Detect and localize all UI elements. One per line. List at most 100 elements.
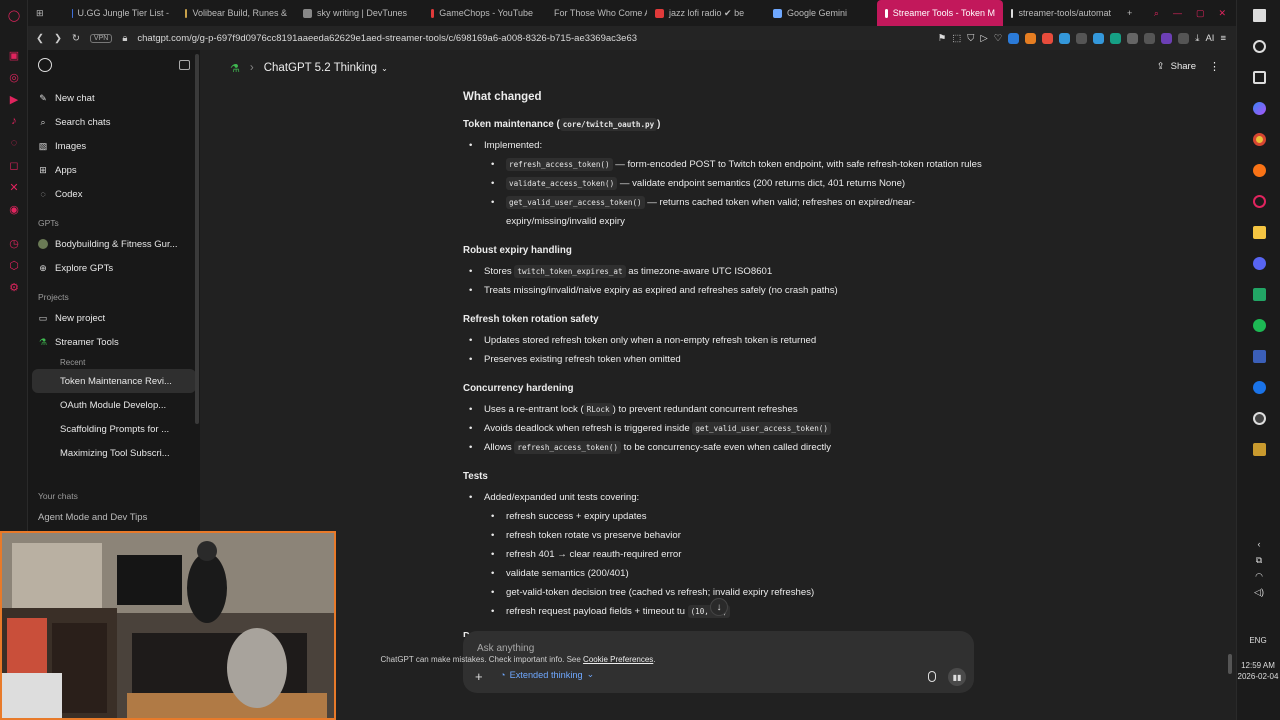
volume-icon[interactable]: ◁): [1237, 584, 1280, 600]
sidebar-scrollbar[interactable]: [195, 54, 199, 424]
task-view-icon[interactable]: [1237, 62, 1280, 93]
menu-icon[interactable]: ≡: [1220, 33, 1226, 44]
reload-icon[interactable]: ↻: [72, 33, 80, 44]
x-icon[interactable]: ✕: [0, 176, 28, 198]
snapshot-icon[interactable]: ⬚: [952, 33, 961, 44]
minimize-icon[interactable]: —: [1173, 8, 1182, 19]
tab-4[interactable]: For Those Who Come A: [541, 0, 647, 26]
plus-icon[interactable]: +: [475, 669, 483, 684]
chevron-left-icon[interactable]: ‹: [1237, 536, 1280, 552]
recent-chat-item[interactable]: Token Maintenance Revi...: [32, 369, 196, 393]
extension-icon[interactable]: [1008, 32, 1020, 44]
settings-icon[interactable]: ⚙: [0, 276, 28, 298]
chevron-down-icon[interactable]: ⌄: [381, 64, 388, 73]
maps-icon[interactable]: [1237, 372, 1280, 403]
chrome-icon[interactable]: [1237, 124, 1280, 155]
youtube-icon[interactable]: ▶: [0, 88, 28, 110]
firefox-icon[interactable]: [1237, 155, 1280, 186]
codex-button[interactable]: ◌ Codex: [32, 182, 196, 206]
whatsapp-icon[interactable]: ◎: [0, 66, 28, 88]
share-button[interactable]: ⇪ Share: [1157, 61, 1196, 72]
extension-icon[interactable]: [1127, 32, 1139, 44]
discord-icon[interactable]: [1237, 248, 1280, 279]
new-project-button[interactable]: ▭ New project: [32, 306, 196, 330]
music-icon[interactable]: ♪: [0, 110, 28, 132]
tab-1[interactable]: Volibear Build, Runes &: [177, 0, 295, 26]
windows-start-icon[interactable]: [1237, 0, 1280, 31]
chat-item-partial[interactable]: Agent Mode and Dev Tips: [32, 505, 196, 529]
maximize-icon[interactable]: ▢: [1196, 8, 1205, 19]
more-options-icon[interactable]: ⋮: [1209, 60, 1220, 73]
recent-chat-item[interactable]: Scaffolding Prompts for ...: [32, 417, 196, 441]
recent-chat-item[interactable]: Maximizing Tool Subscri...: [32, 441, 196, 465]
extension-icon[interactable]: [1110, 32, 1122, 44]
forward-icon[interactable]: ❯: [54, 33, 62, 44]
obs-icon[interactable]: [1237, 403, 1280, 434]
search-tabs-icon[interactable]: ⌕: [1154, 8, 1159, 19]
heart-icon[interactable]: ♡: [994, 33, 1003, 44]
project-flask-icon[interactable]: ⚗: [230, 62, 240, 75]
arrow-app-icon[interactable]: [1237, 341, 1280, 372]
search-chats-button[interactable]: ⌕ Search chats: [32, 110, 196, 134]
opera-icon[interactable]: ◯: [0, 4, 28, 26]
tab-6[interactable]: Google Gemini: [765, 0, 877, 26]
extension-icon[interactable]: [1042, 32, 1054, 44]
opera-icon[interactable]: [1237, 186, 1280, 217]
shield-icon[interactable]: ⛉: [967, 33, 974, 44]
extension-icon[interactable]: [1093, 32, 1105, 44]
search-icon[interactable]: [1237, 31, 1280, 62]
apps-button[interactable]: ⊞ Apps: [32, 158, 196, 182]
instagram-icon[interactable]: ◻: [0, 154, 28, 176]
gpt-item-bodybuilding[interactable]: Bodybuilding & Fitness Gur...: [32, 232, 196, 256]
recent-chat-item[interactable]: OAuth Module Develop...: [32, 393, 196, 417]
profile-icon[interactable]: [1161, 32, 1173, 44]
history-icon[interactable]: ◷: [0, 232, 28, 254]
file-explorer-icon[interactable]: [1237, 217, 1280, 248]
downloads-icon[interactable]: ⬡: [0, 254, 28, 276]
sidebar-toggle-icon[interactable]: [179, 60, 190, 70]
tab-3[interactable]: GameChops - YouTube: [423, 0, 541, 26]
prompt-input[interactable]: Ask anything: [477, 643, 534, 654]
extended-thinking-pill[interactable]: ◔ Extended thinking ⌄: [500, 669, 594, 680]
microphone-icon[interactable]: [928, 671, 936, 682]
extension-icon[interactable]: [1059, 32, 1071, 44]
play-icon[interactable]: ▷: [980, 33, 987, 44]
network-icon[interactable]: ⧉: [1237, 552, 1280, 568]
tab-0[interactable]: U.GG Jungle Tier List -: [64, 0, 177, 26]
images-button[interactable]: ▧ Images: [32, 134, 196, 158]
tab-2[interactable]: sky writing | DevTunes: [295, 0, 423, 26]
cookie-preferences-link[interactable]: Cookie Preferences: [583, 655, 653, 664]
bookmark-icon[interactable]: ⚑: [938, 33, 947, 44]
tab-7-active[interactable]: Streamer Tools - Token M: [877, 0, 1003, 26]
voice-mode-icon[interactable]: ▮▮: [948, 668, 966, 686]
clock[interactable]: 12:59 AM 2026-02-04: [1236, 660, 1280, 682]
vpn-badge[interactable]: VPN: [89, 33, 113, 43]
app-icon[interactable]: [1237, 434, 1280, 465]
back-icon[interactable]: ❮: [36, 33, 44, 44]
new-tab-button[interactable]: +: [1119, 0, 1139, 26]
tab-8[interactable]: streamer-tools/automat: [1003, 0, 1119, 26]
model-selector[interactable]: ChatGPT 5.2 Thinking: [264, 62, 377, 74]
close-icon[interactable]: ✕: [1218, 8, 1226, 19]
wifi-icon[interactable]: ◠: [1237, 568, 1280, 584]
explore-gpts-button[interactable]: ⊕ Explore GPTs: [32, 256, 196, 280]
sheets-icon[interactable]: [1237, 279, 1280, 310]
extension-icon[interactable]: [1076, 32, 1088, 44]
tab-grid-icon[interactable]: ⊞: [28, 0, 64, 26]
extension-icon[interactable]: [1144, 32, 1156, 44]
messenger-icon[interactable]: ◌: [0, 132, 28, 154]
extension-icon[interactable]: [1025, 32, 1037, 44]
url-field[interactable]: chatgpt.com/g/g-p-697f9d0976cc8191aaeeda…: [137, 33, 637, 44]
spotify-icon[interactable]: ◉: [0, 198, 28, 220]
twitch-icon[interactable]: ▣: [0, 44, 28, 66]
tab-5[interactable]: jazz lofi radio ✔ be: [647, 0, 765, 26]
project-streamer-tools[interactable]: ⚗ Streamer Tools: [32, 330, 196, 354]
download-icon[interactable]: ⤓: [1195, 33, 1199, 44]
chatgpt-logo-icon[interactable]: [38, 58, 52, 72]
language-indicator[interactable]: ENG: [1236, 636, 1280, 645]
new-chat-button[interactable]: ✎ New chat: [32, 86, 196, 110]
main-scrollbar[interactable]: [1228, 654, 1232, 674]
extension-icon[interactable]: [1178, 32, 1190, 44]
copilot-icon[interactable]: [1237, 93, 1280, 124]
scroll-to-bottom-button[interactable]: ↓: [710, 598, 728, 616]
